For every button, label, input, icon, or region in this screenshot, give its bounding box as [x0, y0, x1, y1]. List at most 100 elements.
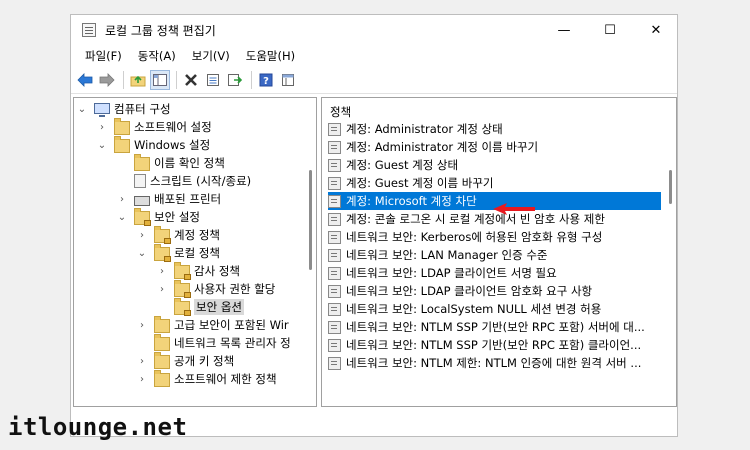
policy-name: 네트워크 보안: Kerberos에 허용된 암호화 유형 구성 — [346, 230, 603, 244]
folder-lock-icon — [174, 262, 191, 280]
policy-setting-icon — [328, 356, 341, 370]
policy-setting-icon — [328, 284, 341, 298]
policy-setting-icon — [328, 302, 341, 316]
policy-row[interactable]: 네트워크 보안: NTLM SSP 기반(보안 RPC 포함) 서버에 대... — [328, 318, 661, 336]
policy-name: 네트워크 보안: LDAP 클라이언트 서명 필요 — [346, 266, 557, 280]
column-header-policy[interactable]: 정책 ^ — [322, 98, 676, 120]
toolbar-separator — [251, 71, 252, 89]
up-folder-icon[interactable] — [128, 70, 148, 90]
toolbar-separator — [123, 71, 124, 89]
tree-item-name-resolution-policy[interactable]: 이름 확인 정책 — [116, 154, 225, 172]
tree-item-account-policies[interactable]: › 계정 정책 — [136, 226, 220, 244]
folder-lock-icon — [154, 226, 171, 244]
expand-chevron-icon[interactable]: › — [136, 320, 148, 331]
policy-row[interactable]: 계정: Guest 계정 상태 — [328, 156, 661, 174]
tree-item-software-settings[interactable]: › 소프트웨어 설정 — [96, 118, 212, 136]
list-scrollbar[interactable] — [666, 98, 676, 406]
forward-icon[interactable] — [97, 70, 117, 90]
tree-item-software-restriction[interactable]: › 소프트웨어 제한 정책 — [136, 370, 277, 388]
policy-name: 계정: Guest 계정 이름 바꾸기 — [346, 176, 494, 190]
tree-item-local-policies[interactable]: ⌄ 로컬 정책 — [136, 244, 220, 262]
back-icon[interactable] — [75, 70, 95, 90]
menu-view[interactable]: 보기(V) — [184, 48, 238, 64]
export-icon[interactable] — [225, 70, 245, 90]
tree-pane[interactable]: ⌄ 컴퓨터 구성 › 소프트웨어 설정 ⌄ Windows 설정 이름 확인 정… — [73, 97, 317, 407]
tree-item-user-rights-assignment[interactable]: › 사용자 권한 할당 — [156, 280, 275, 298]
tree-item-public-key-policies[interactable]: › 공개 키 정책 — [136, 352, 234, 370]
policy-setting-icon — [328, 266, 341, 280]
expand-chevron-icon[interactable]: › — [136, 374, 148, 385]
policy-row[interactable]: 네트워크 보안: LDAP 클라이언트 서명 필요 — [328, 264, 661, 282]
tree-item-label: 공개 키 정책 — [174, 354, 235, 368]
help-icon[interactable]: ? — [256, 70, 276, 90]
tree-item-label: 사용자 권한 할당 — [194, 282, 276, 296]
tree-item-computer-config[interactable]: ⌄ 컴퓨터 구성 — [76, 100, 171, 118]
policy-name: 계정: Administrator 계정 상태 — [346, 122, 503, 136]
menu-action[interactable]: 동작(A) — [130, 48, 184, 64]
expand-chevron-icon[interactable]: › — [136, 356, 148, 367]
tree-item-audit-policy[interactable]: › 감사 정책 — [156, 262, 240, 280]
properties-icon[interactable] — [203, 70, 223, 90]
policy-setting-icon — [328, 194, 341, 208]
policy-setting-icon — [328, 122, 341, 136]
policy-setting-icon — [328, 212, 341, 226]
policy-row[interactable]: 계정: Administrator 계정 상태 — [328, 120, 661, 138]
site-watermark: itlounge.net — [8, 413, 188, 441]
tree-item-windows-firewall[interactable]: › 고급 보안이 포함된 Wir — [136, 316, 289, 334]
collapse-chevron-icon[interactable]: ⌄ — [96, 140, 108, 151]
tree-item-windows-settings[interactable]: ⌄ Windows 설정 — [96, 136, 210, 154]
policy-name: 네트워크 보안: NTLM 제한: NTLM 인증에 대한 원격 서버 ... — [346, 356, 642, 370]
expand-chevron-icon[interactable]: › — [116, 194, 128, 205]
view-icon[interactable] — [278, 70, 298, 90]
expand-chevron-icon[interactable]: › — [156, 266, 168, 277]
policy-row[interactable]: 네트워크 보안: Kerberos에 허용된 암호화 유형 구성 — [328, 228, 661, 246]
show-hide-tree-icon[interactable] — [150, 70, 170, 90]
tree-item-label: 고급 보안이 포함된 Wir — [174, 318, 289, 332]
tree-item-security-options[interactable]: 보안 옵션 — [156, 298, 244, 316]
tree-item-security-settings[interactable]: ⌄ 보안 설정 — [116, 208, 200, 226]
policy-row[interactable]: 네트워크 보안: LocalSystem NULL 세션 변경 허용 — [328, 300, 661, 318]
collapse-chevron-icon[interactable]: ⌄ — [76, 104, 88, 115]
tree-item-label: Windows 설정 — [134, 138, 211, 152]
tree-item-network-list-manager[interactable]: 네트워크 목록 관리자 정 — [136, 334, 291, 352]
minimize-button[interactable]: — — [541, 15, 587, 45]
collapse-chevron-icon[interactable]: ⌄ — [136, 248, 148, 259]
maximize-button[interactable]: ☐ — [587, 15, 633, 45]
policy-row[interactable]: 네트워크 보안: NTLM 제한: NTLM 인증에 대한 원격 서버 ... — [328, 354, 661, 372]
policy-row[interactable]: 계정: Guest 계정 이름 바꾸기 — [328, 174, 661, 192]
policy-row[interactable]: 네트워크 보안: LDAP 클라이언트 암호화 요구 사항 — [328, 282, 661, 300]
expand-chevron-icon[interactable]: › — [96, 122, 108, 133]
collapse-chevron-icon[interactable]: ⌄ — [116, 212, 128, 223]
tree-item-label: 스크립트 (시작/종료) — [150, 174, 252, 188]
list-scrollbar-thumb[interactable] — [669, 170, 672, 204]
expand-chevron-icon[interactable]: › — [156, 284, 168, 295]
policy-name: 계정: Microsoft 계정 차단 — [346, 194, 477, 208]
policy-name: 네트워크 보안: LocalSystem NULL 세션 변경 허용 — [346, 302, 602, 316]
folder-icon — [134, 154, 150, 171]
folder-lock-icon — [174, 298, 191, 316]
close-button[interactable]: ✕ — [633, 15, 679, 45]
tree-item-scripts[interactable]: 스크립트 (시작/종료) — [116, 172, 251, 190]
policy-setting-icon — [328, 158, 341, 172]
tree-scrollbar-thumb[interactable] — [309, 170, 312, 270]
policy-list-pane[interactable]: 정책 ^ 계정: Administrator 계정 상태계정: Administ… — [321, 97, 677, 407]
expand-chevron-icon[interactable]: › — [136, 230, 148, 241]
folder-lock-icon — [154, 244, 171, 262]
policy-name: 네트워크 보안: LAN Manager 인증 수준 — [346, 248, 548, 262]
policy-row[interactable]: 계정: Administrator 계정 이름 바꾸기 — [328, 138, 661, 156]
tree-scrollbar[interactable] — [306, 98, 316, 406]
policy-name: 네트워크 보안: NTLM SSP 기반(보안 RPC 포함) 클라이언... — [346, 338, 642, 352]
delete-icon[interactable] — [181, 70, 201, 90]
menu-file[interactable]: 파일(F) — [77, 48, 130, 64]
policy-setting-icon — [328, 248, 341, 262]
policy-row[interactable]: 네트워크 보안: NTLM SSP 기반(보안 RPC 포함) 클라이언... — [328, 336, 661, 354]
policy-name: 네트워크 보안: NTLM SSP 기반(보안 RPC 포함) 서버에 대... — [346, 320, 645, 334]
folder-icon — [154, 370, 170, 387]
tree-item-label: 보안 설정 — [154, 210, 200, 224]
tree-item-deployed-printers[interactable]: › 배포된 프린터 — [116, 190, 221, 208]
tree-item-label: 감사 정책 — [194, 264, 240, 278]
toolbar-separator — [176, 71, 177, 89]
policy-row[interactable]: 네트워크 보안: LAN Manager 인증 수준 — [328, 246, 661, 264]
menu-help[interactable]: 도움말(H) — [238, 48, 303, 64]
tree-item-label: 보안 옵션 — [194, 299, 244, 315]
